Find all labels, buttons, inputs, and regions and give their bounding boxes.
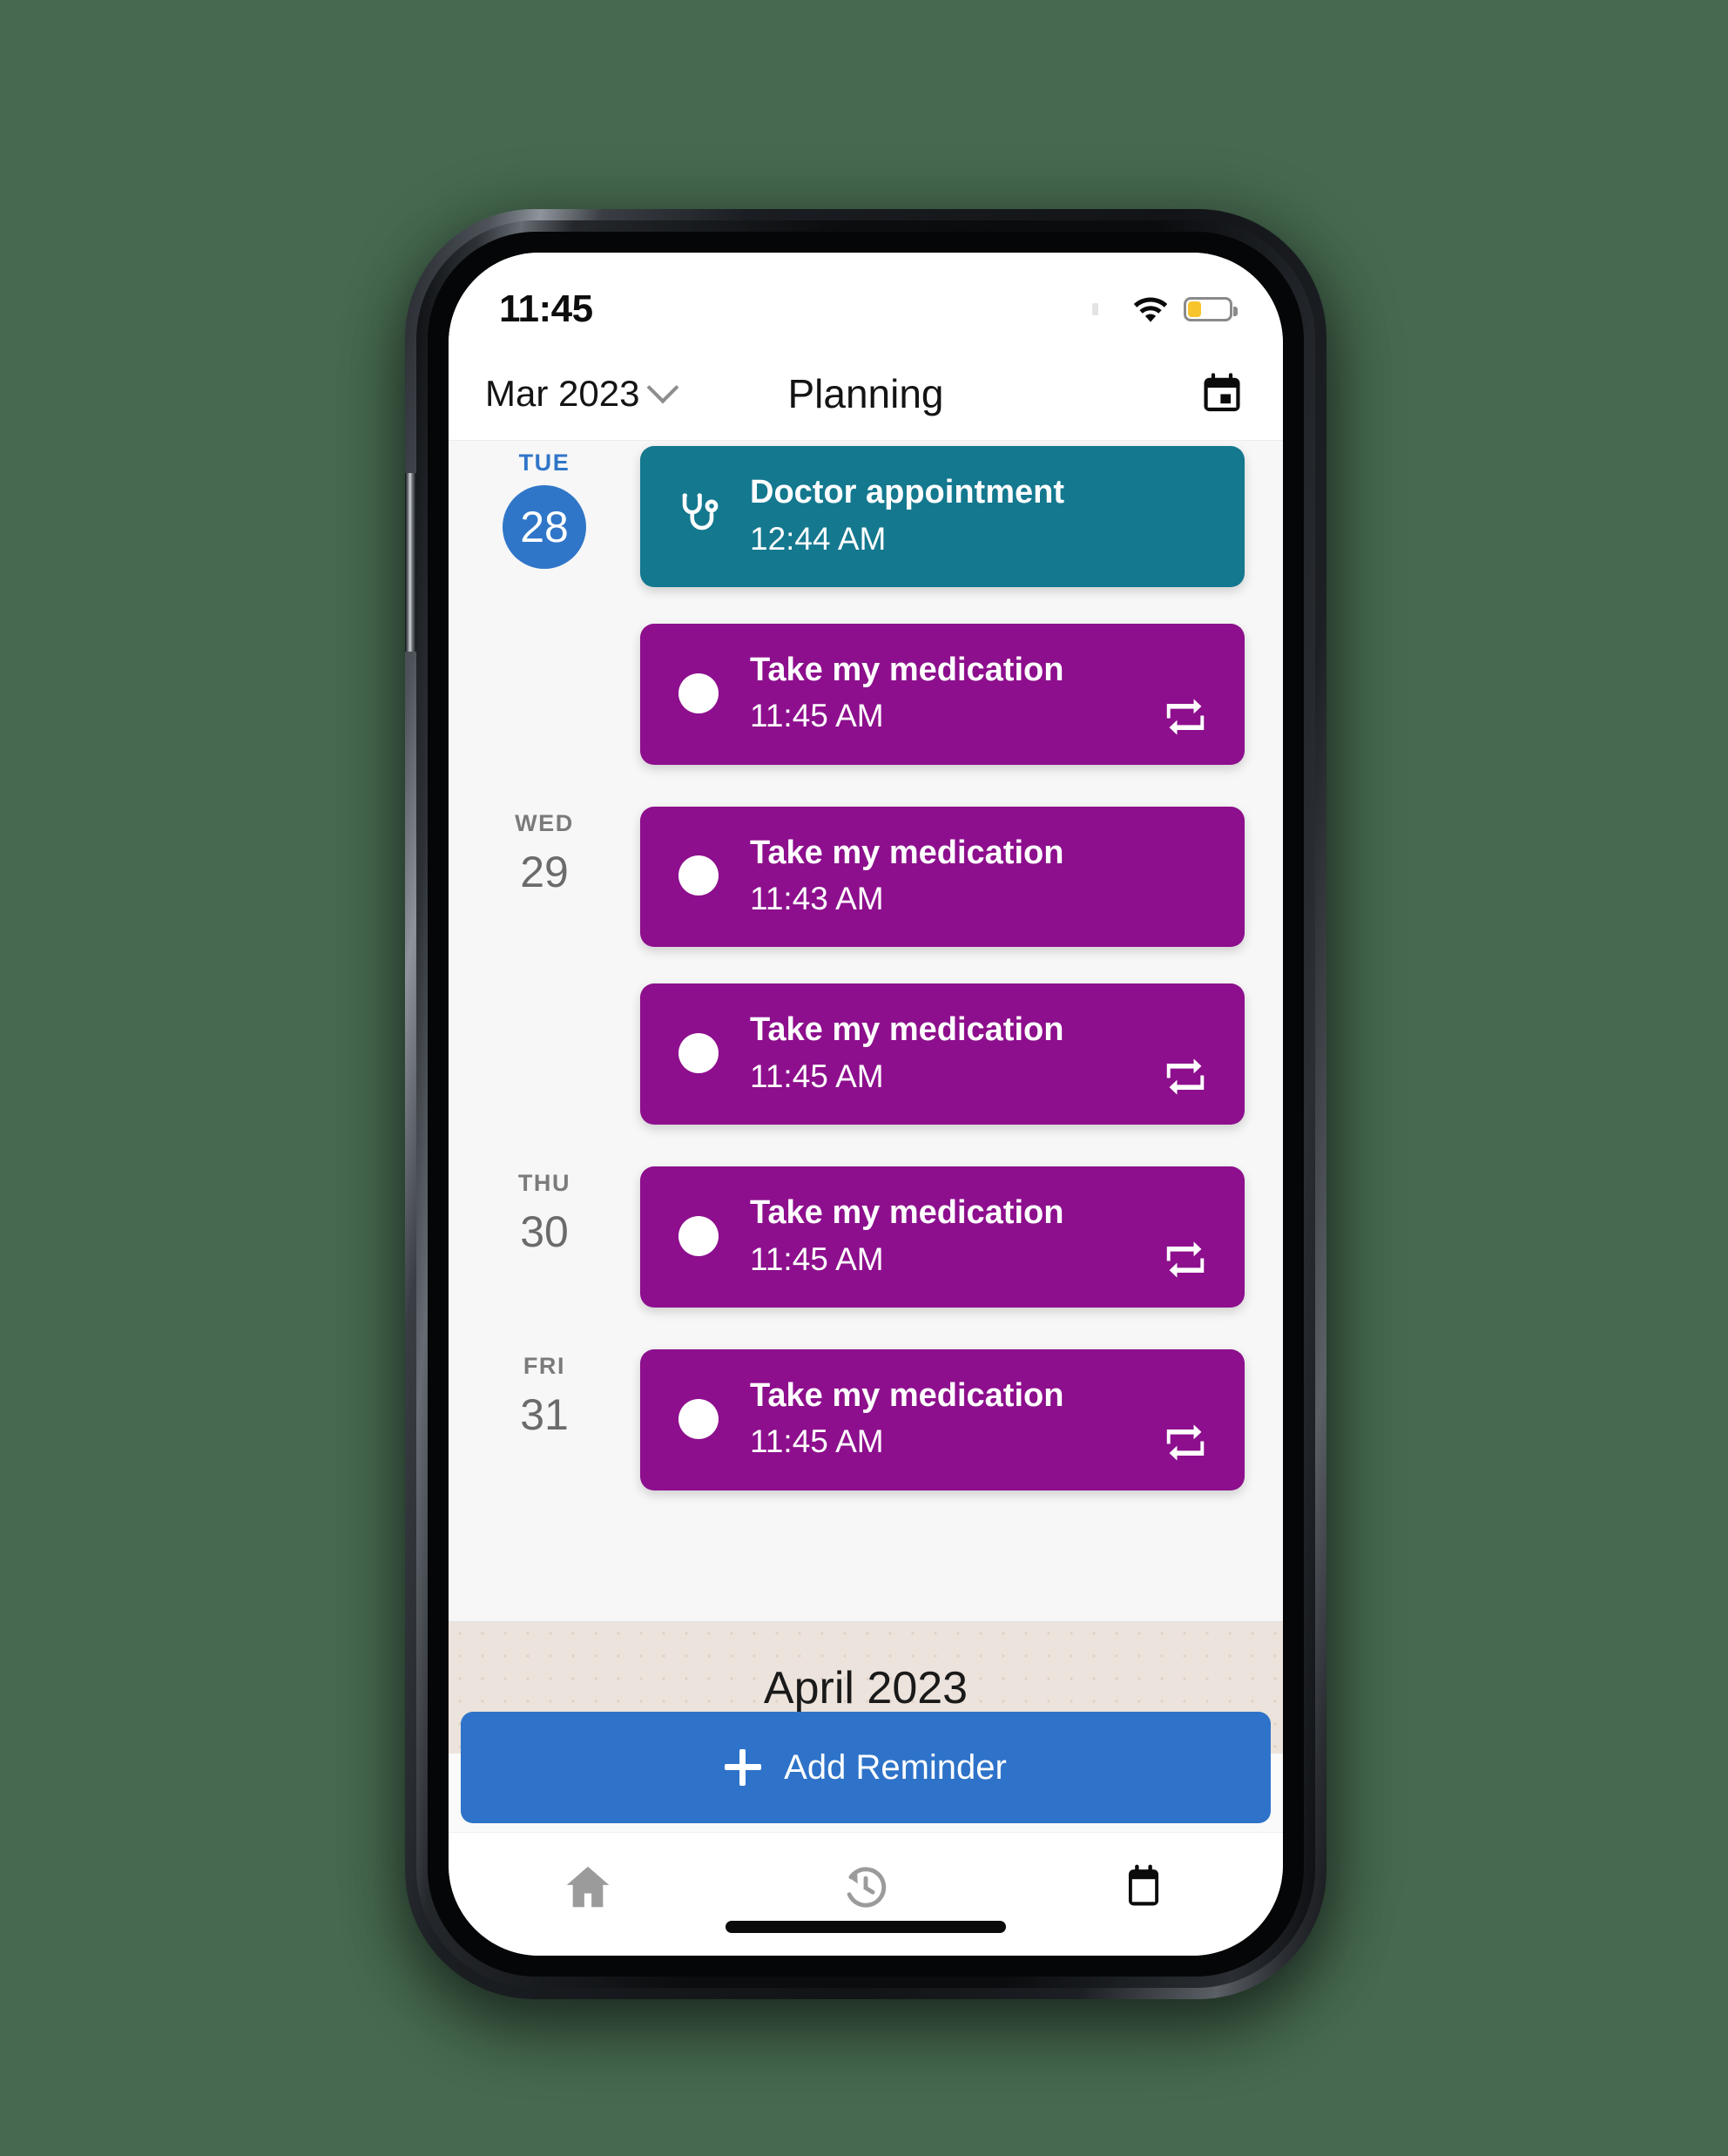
event-icon [672, 672, 726, 713]
repeat-icon [1166, 698, 1205, 735]
event-icon [672, 490, 726, 541]
event-text: Take my medication 11:43 AM [750, 833, 1213, 920]
wifi-icon [1131, 295, 1170, 323]
day-number-label: 31 [520, 1389, 569, 1439]
repeat-icon [1166, 1423, 1205, 1461]
mute-switch[interactable] [405, 209, 415, 261]
event-icon [672, 855, 726, 896]
day-date-column: THU 30 [449, 1161, 640, 1255]
repeat-icon [1163, 697, 1208, 737]
calendar-icon [1129, 1864, 1159, 1906]
day-date-column: TUE 28 [449, 441, 640, 569]
repeat-icon [1163, 1423, 1208, 1463]
event-time: 11:45 AM [750, 1423, 884, 1460]
nav-item-home[interactable] [536, 1855, 640, 1918]
event-card[interactable]: Take my medication 11:45 AM [640, 1348, 1245, 1490]
volume-down-button[interactable] [405, 364, 416, 473]
event-time: 11:45 AM [750, 1240, 884, 1277]
add-reminder-label: Add Reminder [784, 1747, 1007, 1787]
day-row: WED 29 Take my medication 11:43 AM Take my m… [449, 801, 1283, 1125]
nav-item-planning[interactable] [1091, 1855, 1196, 1918]
day-of-week-label: THU [517, 1170, 571, 1196]
event-card[interactable]: Take my medication 11:45 AM [640, 1166, 1245, 1308]
pill-bullet-icon [678, 855, 719, 896]
status-bar: 11:45 [449, 253, 1283, 347]
calendar-today-icon[interactable] [1198, 369, 1246, 418]
month-selector-label: Mar 2023 [485, 372, 640, 414]
phone-screen: 11:45 Mar 2023 Planning TUE 28 Doctor ap… [449, 253, 1283, 1956]
day-events: Doctor appointment 12:44 AM Take my medica… [640, 441, 1245, 765]
power-button[interactable] [405, 473, 416, 652]
repeat-icon [1166, 1058, 1205, 1095]
volume-up-button[interactable] [405, 261, 416, 364]
event-text: Take my medication 11:45 AM [750, 1010, 1213, 1097]
pill-bullet-icon [678, 1215, 719, 1256]
event-text: Take my medication 11:45 AM [750, 1375, 1213, 1463]
event-card[interactable]: Take my medication 11:45 AM [640, 983, 1245, 1125]
event-title: Take my medication [750, 1376, 1064, 1414]
day-date-column: WED 29 [449, 801, 640, 896]
battery-fill [1188, 301, 1201, 317]
event-icon [672, 1033, 726, 1074]
event-card[interactable]: Take my medication 11:45 AM [640, 623, 1245, 765]
month-selector[interactable]: Mar 2023 [485, 371, 679, 415]
day-number-label: 28 [503, 485, 586, 569]
app-bar: Mar 2023 Planning [449, 347, 1283, 441]
add-reminder-bar: Add Reminder [449, 1712, 1283, 1832]
day-of-week-label: WED [515, 809, 574, 836]
pill-bullet-icon [678, 672, 719, 713]
event-icon [672, 1398, 726, 1439]
event-title: Take my medication [750, 1194, 1064, 1231]
event-title: Doctor appointment [750, 474, 1064, 510]
event-text: Take my medication 11:45 AM [750, 1193, 1213, 1280]
pill-bullet-icon [678, 1398, 719, 1439]
event-title: Take my medication [750, 1011, 1064, 1049]
day-number-label: 30 [520, 1207, 569, 1256]
day-events: Take my medication 11:45 AM [640, 1161, 1245, 1308]
plus-icon [725, 1749, 762, 1786]
chevron-down-icon [647, 371, 679, 403]
day-row: TUE 28 Doctor appointment 12:44 AM Take my m… [449, 441, 1283, 765]
repeat-icon [1163, 1057, 1208, 1097]
stethoscope-icon [682, 493, 719, 531]
status-bar-indicators [1092, 295, 1238, 323]
event-text: Take my medication 11:45 AM [750, 650, 1213, 737]
screenshot-stage: 11:45 Mar 2023 Planning TUE 28 Doctor ap… [0, 0, 1728, 2156]
day-row: THU 30 Take my medication 11:45 AM [449, 1161, 1283, 1308]
day-of-week-label: FRI [523, 1352, 566, 1379]
day-of-week-label: TUE [518, 449, 570, 476]
event-title: Take my medication [750, 834, 1064, 871]
agenda-list[interactable]: TUE 28 Doctor appointment 12:44 AM Take my m… [449, 441, 1283, 1668]
day-rows-container: TUE 28 Doctor appointment 12:44 AM Take my m… [449, 441, 1283, 1490]
home-icon [566, 1866, 609, 1908]
event-text: Doctor appointment 12:44 AM [750, 472, 1213, 559]
home-indicator [726, 1921, 1006, 1933]
status-bar-clock: 11:45 [499, 287, 593, 330]
event-time: 11:45 AM [750, 1058, 884, 1094]
event-card[interactable]: Doctor appointment 12:44 AM [640, 446, 1245, 587]
phone-frame: 11:45 Mar 2023 Planning TUE 28 Doctor ap… [405, 209, 1326, 1999]
day-row: FRI 31 Take my medication 11:45 AM [449, 1344, 1283, 1490]
event-title: Take my medication [750, 651, 1064, 688]
battery-icon [1184, 297, 1238, 321]
day-date-column: FRI 31 [449, 1344, 640, 1438]
event-time: 11:43 AM [750, 881, 884, 916]
add-reminder-button[interactable]: Add Reminder [461, 1712, 1271, 1823]
event-time: 11:45 AM [750, 698, 884, 734]
bottom-navigation [449, 1832, 1283, 1956]
status-dot-indicator [1092, 303, 1098, 315]
repeat-icon [1166, 1241, 1205, 1278]
day-events: Take my medication 11:45 AM [640, 1344, 1245, 1490]
repeat-icon [1163, 1240, 1208, 1280]
event-card[interactable]: Take my medication 11:43 AM [640, 806, 1245, 948]
event-icon [672, 1215, 726, 1256]
pill-bullet-icon [678, 1033, 719, 1074]
event-time: 12:44 AM [750, 520, 887, 557]
day-number-label: 29 [520, 847, 569, 896]
history-clock-icon [847, 1867, 887, 1908]
nav-item-history[interactable] [813, 1855, 918, 1918]
day-events: Take my medication 11:43 AM Take my medica… [640, 801, 1245, 1125]
next-month-label: April 2023 [763, 1662, 969, 1713]
